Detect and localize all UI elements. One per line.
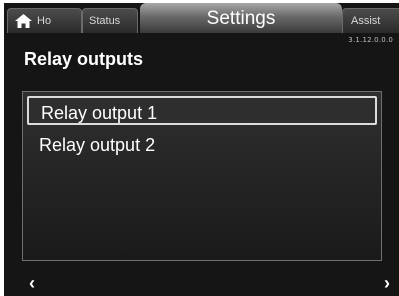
- display-screen: Ho Status Settings Assist 3.1.12.0.0.0 R…: [4, 3, 399, 296]
- tab-assist[interactable]: Assist: [342, 8, 399, 33]
- chevron-right-icon[interactable]: ›: [384, 273, 390, 294]
- page-title: Relay outputs: [24, 49, 144, 69]
- version-label: 3.1.12.0.0.0: [348, 36, 393, 44]
- tab-settings[interactable]: Settings: [140, 3, 342, 33]
- chevron-left-icon[interactable]: ‹: [29, 273, 35, 294]
- relay-list: Relay output 1 Relay output 2: [22, 91, 382, 261]
- tab-settings-label: Settings: [206, 8, 276, 29]
- home-icon: [15, 14, 32, 28]
- tab-home[interactable]: Ho: [7, 8, 82, 33]
- tab-assist-label: Assist: [351, 15, 381, 27]
- tab-status-label: Status: [89, 15, 121, 27]
- tab-status[interactable]: Status: [82, 8, 138, 33]
- list-item-relay-output-1[interactable]: Relay output 1: [27, 96, 377, 125]
- list-item-relay-output-2[interactable]: Relay output 2: [27, 130, 377, 159]
- tab-home-label: Ho: [37, 15, 52, 27]
